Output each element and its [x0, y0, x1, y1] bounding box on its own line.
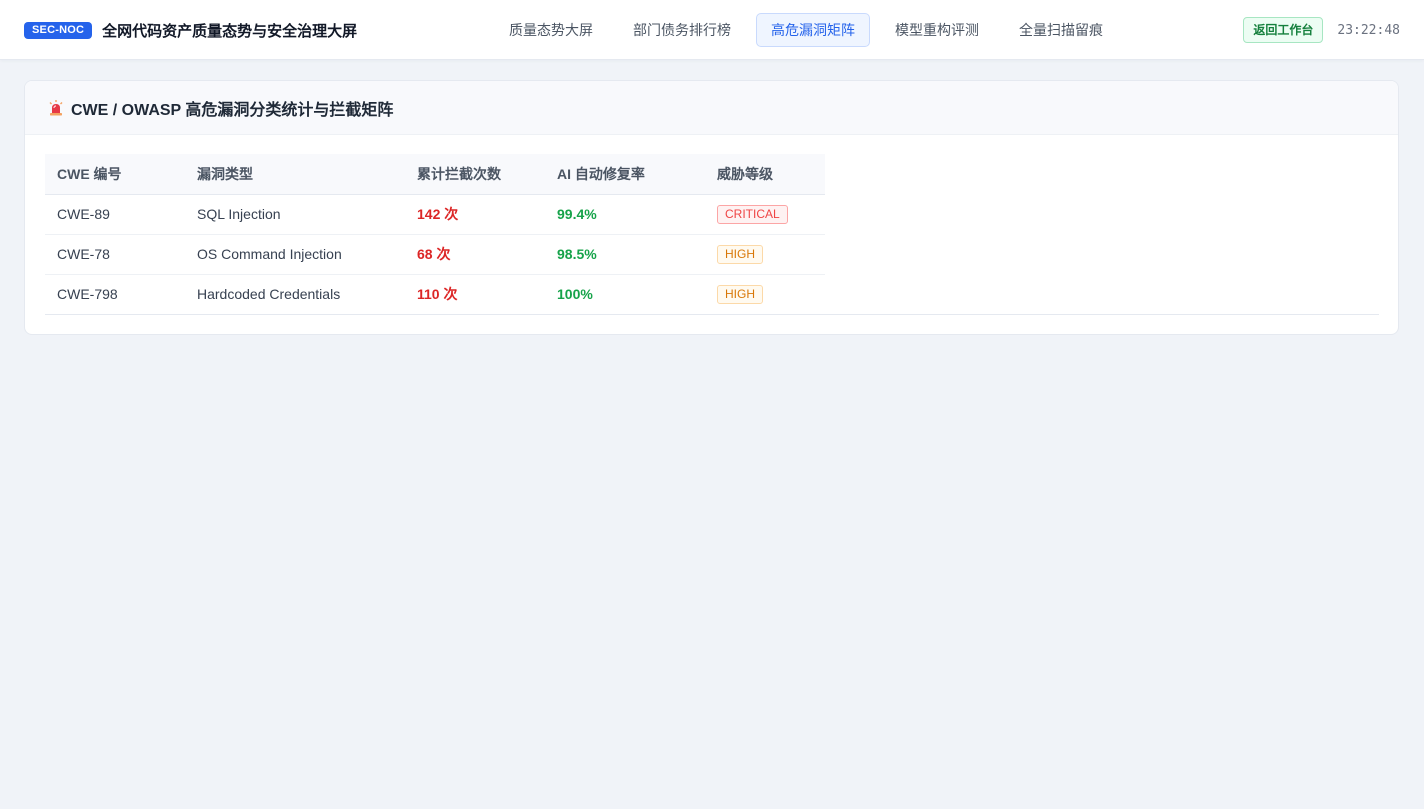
cell-fix-rate: 98.5%: [545, 234, 705, 275]
cell-count: 142 次: [405, 194, 545, 235]
cell-cwe: CWE-89: [45, 194, 185, 235]
cell-level: CRITICAL: [705, 194, 825, 235]
main-nav: 质量态势大屏 部门债务排行榜 高危漏洞矩阵 模型重构评测 全量扫描留痕: [494, 13, 1128, 47]
tab-model-refactor-eval[interactable]: 模型重构评测: [880, 13, 994, 47]
table-row: CWE-89 SQL Injection 142 次 99.4% CRITICA…: [45, 194, 825, 235]
cell-type: Hardcoded Credentials: [197, 286, 341, 303]
cell-level: HIGH: [705, 234, 825, 275]
column-header-fix-rate: AI 自动修复率: [545, 154, 705, 195]
tab-quality-dashboard[interactable]: 质量态势大屏: [494, 13, 608, 47]
cell-type: OS Command Injection: [185, 234, 405, 275]
header-tools: 返回工作台 23:22:48: [1243, 0, 1400, 60]
tab-vulnerability-matrix[interactable]: 高危漏洞矩阵: [756, 13, 870, 47]
table-header-row: CWE 编号 漏洞类型 累计拦截次数 AI 自动修复率 威胁等级: [45, 154, 825, 195]
threat-level-badge: HIGH: [717, 244, 763, 264]
clock: 23:22:48: [1337, 22, 1400, 38]
top-bar: SEC-NOC 全网代码资产质量态势与安全治理大屏 质量态势大屏 部门债务排行榜…: [0, 0, 1424, 60]
column-header-count: 累计拦截次数: [405, 154, 545, 195]
threat-level-badge: HIGH: [717, 284, 763, 304]
table-bottom-divider: [45, 314, 1379, 315]
cell-cwe: CWE-798: [57, 286, 118, 303]
cell-fix-rate: 99.4%: [545, 194, 705, 235]
column-header-cwe: CWE 编号: [45, 154, 185, 195]
siren-icon: [47, 99, 65, 117]
table-row: CWE-798 Hardcoded Credentials 110 次 100%…: [45, 274, 825, 314]
cell-count: 68 次: [405, 234, 545, 275]
cell-level: HIGH: [705, 274, 825, 314]
app-title: 全网代码资产质量态势与安全治理大屏: [102, 22, 358, 40]
vulnerability-matrix-panel: CWE / OWASP 高危漏洞分类统计与拦截矩阵 CWE 编号 漏洞类型 累计…: [24, 80, 1399, 335]
cell-cwe: CWE-78: [45, 234, 185, 275]
column-header-type: 漏洞类型: [185, 154, 405, 195]
brand-badge: SEC-NOC: [24, 21, 93, 39]
threat-level-badge: CRITICAL: [717, 204, 788, 224]
panel-header: CWE / OWASP 高危漏洞分类统计与拦截矩阵: [25, 81, 1398, 135]
tab-department-debt-ranking[interactable]: 部门债务排行榜: [618, 13, 746, 47]
cell-type: SQL Injection: [185, 194, 405, 235]
tab-full-scan-trace[interactable]: 全量扫描留痕: [1004, 13, 1118, 47]
vulnerability-table: CWE 编号 漏洞类型 累计拦截次数 AI 自动修复率 威胁等级 CWE-89 …: [45, 154, 825, 314]
cell-count: 110 次: [417, 286, 458, 303]
back-to-workbench-button[interactable]: 返回工作台: [1243, 17, 1324, 43]
panel-title: CWE / OWASP 高危漏洞分类统计与拦截矩阵: [71, 101, 394, 119]
column-header-level: 威胁等级: [705, 154, 825, 195]
vulnerability-table-wrap: CWE 编号 漏洞类型 累计拦截次数 AI 自动修复率 威胁等级 CWE-89 …: [45, 154, 1379, 315]
cell-fix-rate: 100%: [557, 286, 593, 303]
brand: SEC-NOC 全网代码资产质量态势与安全治理大屏: [24, 0, 357, 60]
table-row: CWE-78 OS Command Injection 68 次 98.5% H…: [45, 234, 825, 275]
